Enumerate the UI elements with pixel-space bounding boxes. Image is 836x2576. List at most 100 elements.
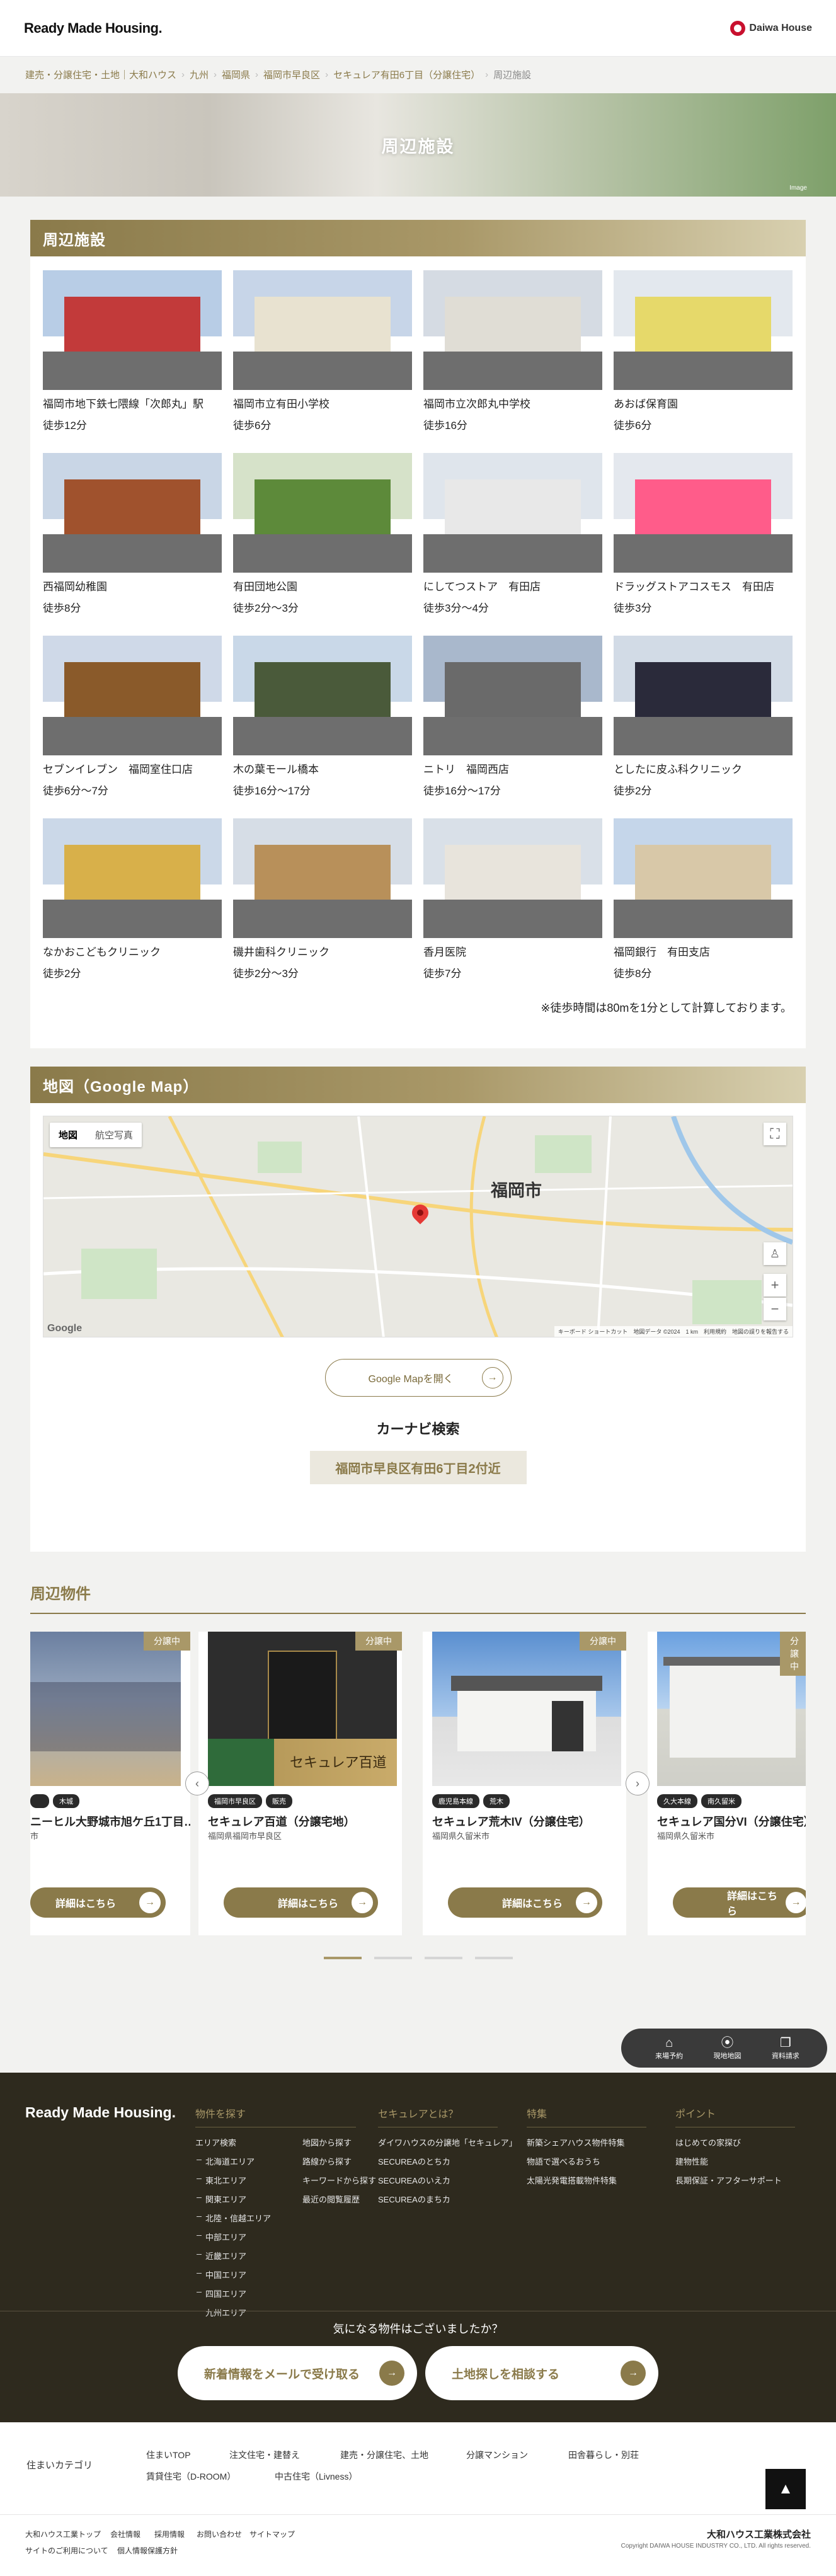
bottom-link[interactable]: サイトのご利用について: [25, 2545, 108, 2556]
bottom-link[interactable]: サイトマップ: [249, 2529, 295, 2539]
facility-name: 福岡市立有田小学校: [233, 398, 329, 410]
footer-link[interactable]: ダイワハウスの分譲地「セキュレア」: [378, 2136, 517, 2148]
breadcrumb-link-sawara[interactable]: 福岡市早良区: [263, 68, 320, 81]
property-detail-button[interactable]: 詳細はこちら →: [448, 1887, 602, 1918]
breadcrumb-link-top[interactable]: 建売・分譲住宅・土地｜大和ハウス: [25, 68, 176, 81]
facility-name: ドラッグストアコスモス 有田店: [614, 581, 774, 593]
category-link[interactable]: 注文住宅・建替え: [229, 2449, 300, 2461]
category-link[interactable]: 田舎暮らし・別荘: [568, 2449, 639, 2461]
footer-link[interactable]: 路線から探す: [302, 2155, 376, 2167]
daiwa-house-mark-icon: [730, 20, 746, 36]
tag: 販売: [266, 1794, 292, 1808]
footer-link[interactable]: 中国エリア: [195, 2269, 271, 2281]
property-card[interactable]: 分譲中 久大本線 南久留米 セキュレア国分VI（分譲住宅） 福岡県久留米市 詳細…: [648, 1632, 806, 1935]
google-logo: Google: [47, 1323, 83, 1334]
consult-land-button[interactable]: 土地探しを相談する →: [425, 2346, 658, 2400]
property-detail-button[interactable]: 詳細はこちら →: [224, 1887, 378, 1918]
facility-photo: [43, 453, 222, 573]
footer-link[interactable]: 建物性能: [675, 2155, 795, 2167]
breadcrumb-link-fukuoka[interactable]: 福岡県: [222, 68, 250, 81]
tag: 荒木: [483, 1794, 510, 1808]
street-view-pegman-icon[interactable]: ♙: [764, 1242, 786, 1265]
breadcrumb-link-kyushu[interactable]: 九州: [190, 68, 209, 81]
footer-link[interactable]: 四国エリア: [195, 2287, 271, 2299]
bottom-link[interactable]: 個人情報保護方針: [117, 2545, 178, 2556]
visit-reservation-button[interactable]: ⌂ 来場予約: [647, 2035, 691, 2061]
facility-walk-time: 徒歩6分: [233, 420, 272, 432]
footer-link[interactable]: 九州エリア: [195, 2306, 271, 2318]
footer-link[interactable]: 北陸・信越エリア: [195, 2212, 271, 2224]
facility-item: 福岡銀行 有田支店 徒歩8分: [614, 818, 793, 980]
footer-col-title: セキュレアとは？: [378, 2105, 498, 2127]
footer-logo[interactable]: Ready Made Housing.: [25, 2104, 176, 2121]
fullscreen-icon[interactable]: ⛶: [764, 1123, 786, 1145]
property-detail-label: 詳細はこちら: [55, 1899, 117, 1909]
footer-link[interactable]: 太陽光発電搭載物件特集: [527, 2174, 646, 2186]
footer-link-area-search[interactable]: エリア検索: [195, 2136, 271, 2148]
back-to-top-button[interactable]: ▲: [765, 2469, 806, 2509]
property-detail-button[interactable]: 詳細はこちら →: [30, 1887, 166, 1918]
footer-col-point: ポイント はじめての家探び 建物性能 長期保証・アフターサポート: [675, 2105, 795, 2193]
facility-photo: [233, 270, 412, 390]
map-section: 地図（Google Map） 地図 航空写真 福岡市 ⛶ ♙ + − Googl…: [30, 1067, 806, 1552]
zoom-in-button[interactable]: +: [764, 1274, 786, 1297]
footer-link[interactable]: 最近の閲覧履歴: [302, 2193, 376, 2205]
footer-link[interactable]: 北海道エリア: [195, 2155, 271, 2167]
category-link[interactable]: 分譲マンション: [466, 2449, 528, 2461]
open-google-map-button[interactable]: Google Mapを開く →: [324, 1359, 512, 1397]
footer-link[interactable]: 中部エリア: [195, 2231, 271, 2243]
property-detail-button[interactable]: 詳細はこちら →: [673, 1887, 806, 1918]
footer-link[interactable]: SECUREAのいえカ: [378, 2174, 517, 2186]
footer-link[interactable]: 東北エリア: [195, 2174, 271, 2186]
subscribe-mail-button[interactable]: 新着情報をメールで受け取る →: [178, 2346, 417, 2400]
bottom-link[interactable]: 大和ハウス工業トップ: [25, 2529, 101, 2539]
footer-link[interactable]: SECUREAのとちカ: [378, 2155, 517, 2167]
footer-link[interactable]: 地図から探す: [302, 2136, 376, 2148]
footer-link[interactable]: 物語で選べるおうち: [527, 2155, 646, 2167]
category-link[interactable]: 住まいTOP: [146, 2449, 191, 2461]
housing-category-band: 住まいカテゴリ 住まいTOP 注文住宅・建替え 建売・分譲住宅、土地 分譲マンシ…: [0, 2422, 836, 2514]
map-tab-map[interactable]: 地図: [50, 1123, 86, 1147]
footer-link[interactable]: 長期保証・アフターサポート: [675, 2174, 795, 2186]
category-link[interactable]: 中古住宅（Livness）: [275, 2470, 357, 2483]
site-logo[interactable]: Ready Made Housing.: [24, 20, 163, 37]
zoom-out-button[interactable]: −: [764, 1298, 786, 1320]
facility-item: にしてつストア 有田店 徒歩3分〜4分: [423, 453, 602, 615]
daiwa-house-logo[interactable]: Daiwa House: [730, 20, 812, 36]
facility-item: 福岡市立次郎丸中学校 徒歩16分: [423, 270, 602, 432]
bottom-link[interactable]: お問い合わせ: [197, 2529, 242, 2539]
map-tab-satellite[interactable]: 航空写真: [86, 1123, 142, 1147]
bottom-link[interactable]: 会社情報: [110, 2529, 140, 2539]
footer-link[interactable]: キーワードから探す: [302, 2174, 376, 2186]
carousel-dot[interactable]: [425, 1957, 462, 1959]
request-brochure-button[interactable]: ❐ 資料請求: [764, 2035, 808, 2061]
category-link[interactable]: 賃貸住宅（D-ROOM）: [146, 2470, 236, 2483]
bottom-link[interactable]: 採用情報: [154, 2529, 185, 2539]
footer-link[interactable]: 近畿エリア: [195, 2250, 271, 2262]
site-header: Ready Made Housing. Daiwa House: [0, 0, 836, 57]
facility-walk-time: 徒歩12分: [43, 420, 87, 432]
carousel-prev-button[interactable]: ‹: [185, 1772, 209, 1795]
breadcrumb-link-property[interactable]: セキュレア有田6丁目（分譲住宅）: [333, 68, 480, 81]
carousel-next-button[interactable]: ›: [626, 1772, 650, 1795]
status-badge: 分譲中: [580, 1632, 626, 1651]
site-map-button[interactable]: ⦿ 現地地図: [705, 2035, 749, 2061]
footer-link[interactable]: SECUREAのまちカ: [378, 2193, 517, 2205]
carousel-dot[interactable]: [475, 1957, 513, 1959]
footer-link[interactable]: 新築シェアハウス物件特集: [527, 2136, 646, 2148]
google-map[interactable]: 地図 航空写真 福岡市 ⛶ ♙ + − Google キーボード ショートカット…: [43, 1116, 793, 1337]
facility-photo: [43, 636, 222, 756]
facility-item: としたに皮ふ科クリニック 徒歩2分: [614, 636, 793, 798]
footer-link[interactable]: はじめての家探び: [675, 2136, 795, 2148]
footer-search-methods: 地図から探す 路線から探す キーワードから探す 最近の閲覧履歴: [302, 2136, 376, 2325]
map-attribution: キーボード ショートカット 地図データ ©2024 1 km 利用規約 地図の誤…: [554, 1326, 793, 1337]
footer-link[interactable]: 関東エリア: [195, 2193, 271, 2205]
carousel-dot[interactable]: [324, 1957, 362, 1959]
property-card[interactable]: 分譲中 鹿児島本線 荒木 セキュレア荒木IV（分譲住宅） 福岡県久留米市 詳細は…: [423, 1632, 626, 1935]
footer-area-list: エリア検索 北海道エリア 東北エリア関東エリア北陸・信越エリア 中部エリア近畿エリア…: [195, 2136, 271, 2325]
property-card[interactable]: 分譲中 木城 ニーヒル大野城市旭ケ丘1丁目… 市 詳細はこちら →: [30, 1632, 190, 1935]
facility-name: 福岡市地下鉄七隈線「次郎丸」駅: [43, 398, 203, 410]
property-card[interactable]: 分譲中 セキュレア百道 福岡市早良区 販売 セキュレア百道（分譲宅地） 福岡県福…: [198, 1632, 402, 1935]
category-link[interactable]: 建売・分譲住宅、土地: [340, 2449, 428, 2461]
carousel-dot[interactable]: [374, 1957, 412, 1959]
